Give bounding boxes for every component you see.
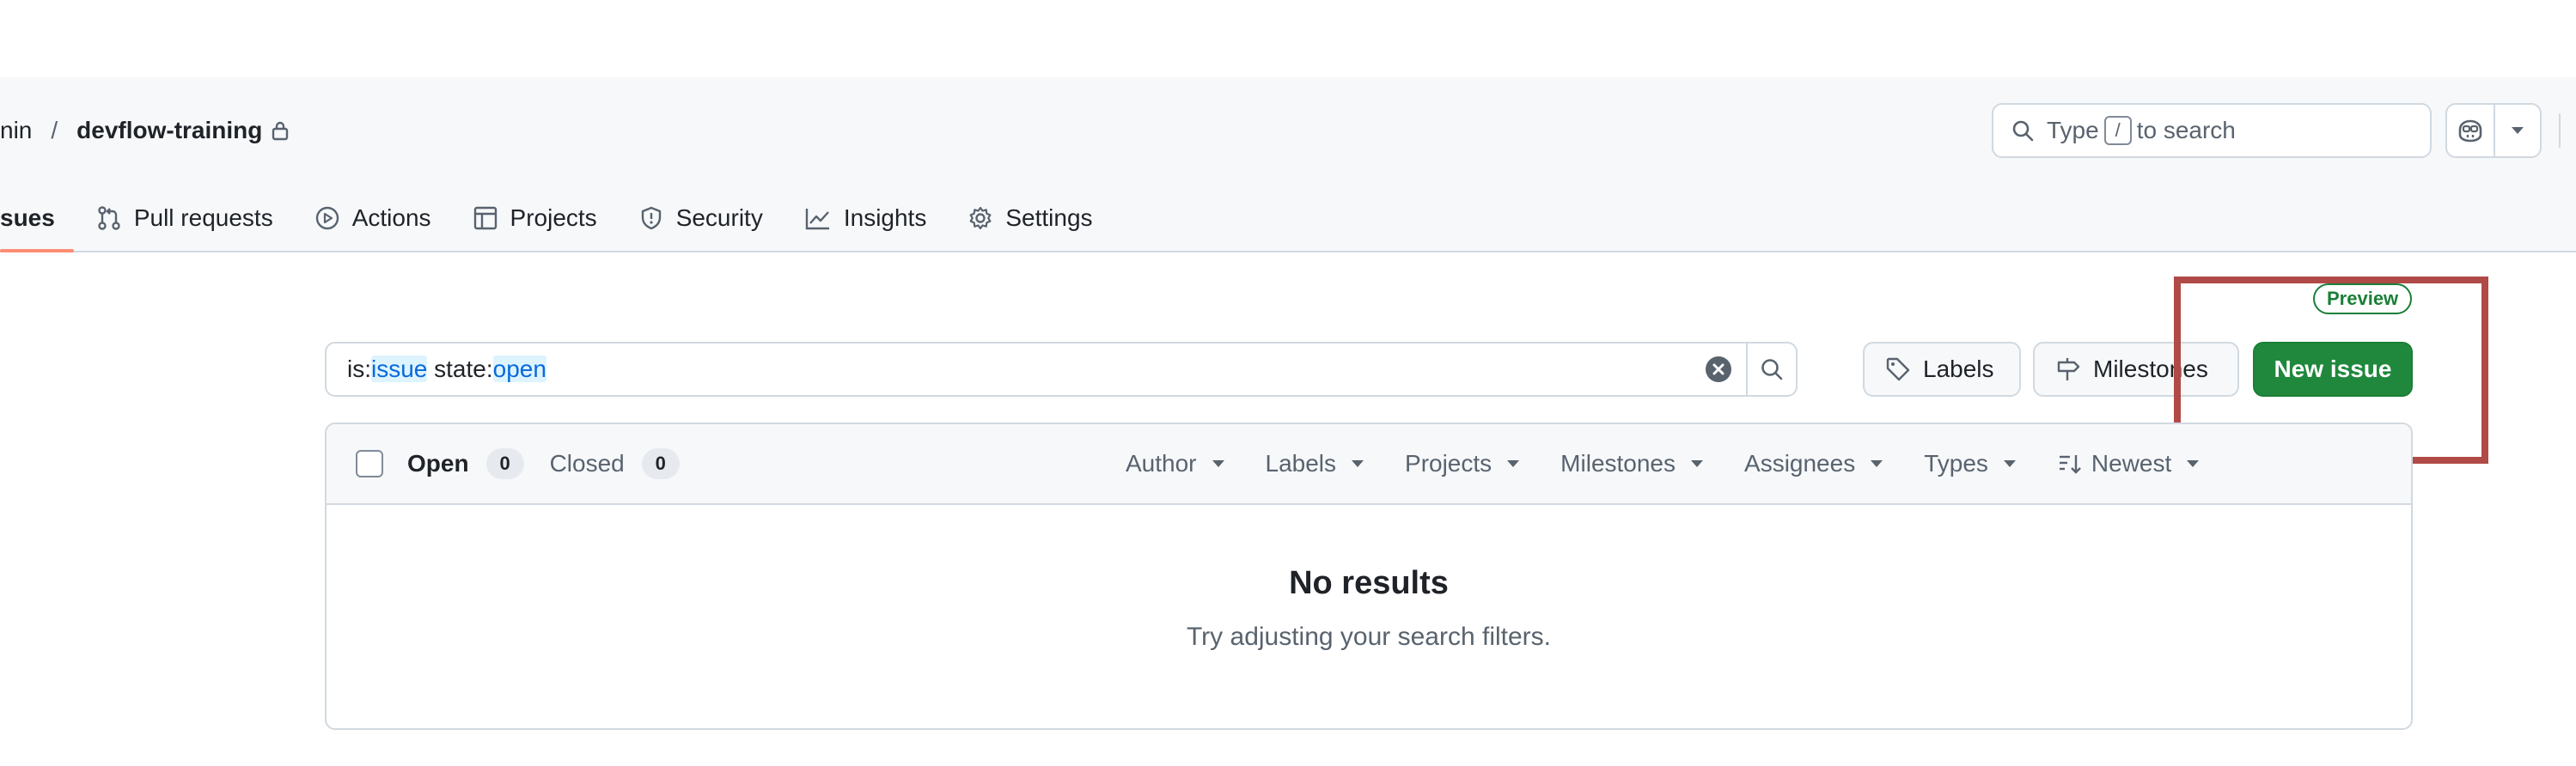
breadcrumb-owner[interactable]: nin <box>0 117 32 144</box>
breadcrumb: nin / devflow-training <box>0 112 290 149</box>
open-label: Open <box>407 450 469 477</box>
issues-list-header: Open 0 Closed 0 Author Labels Projects M… <box>327 424 2411 505</box>
search-icon <box>2011 119 2047 143</box>
filter-query[interactable]: is:issue state:open <box>327 356 1698 383</box>
lock-icon <box>271 120 290 141</box>
graph-icon <box>804 205 844 231</box>
header-divider <box>2559 113 2561 148</box>
author-filter[interactable]: Author <box>1126 450 1224 477</box>
filter-qualifier: is: <box>347 356 371 382</box>
table-icon <box>473 205 510 231</box>
triangle-down-icon <box>1871 460 1883 467</box>
open-issues-toggle[interactable]: Open 0 <box>407 448 524 479</box>
closed-issues-toggle[interactable]: Closed 0 <box>550 448 680 479</box>
triangle-down-icon <box>1507 460 1520 467</box>
copilot-icon <box>2456 118 2485 143</box>
global-search-input[interactable]: Type / to search <box>1992 103 2432 158</box>
labels-filter-label: Labels <box>1265 450 1337 477</box>
milestones-filter[interactable]: Milestones <box>1560 450 1704 477</box>
triangle-down-icon <box>1212 460 1224 467</box>
play-circle-icon <box>314 205 352 231</box>
author-filter-label: Author <box>1126 450 1197 477</box>
tab-insights[interactable]: Insights <box>784 185 948 251</box>
issue-filter-input[interactable]: is:issue state:open <box>325 342 1798 397</box>
tab-pull-requests-label: Pull requests <box>133 204 273 231</box>
triangle-down-icon <box>2511 127 2524 134</box>
triangle-down-icon <box>2003 460 2016 467</box>
labels-filter[interactable]: Labels <box>1266 450 1364 477</box>
tab-projects-label: Projects <box>510 204 597 231</box>
search-icon <box>1759 356 1785 382</box>
tab-settings[interactable]: Settings <box>947 185 1113 251</box>
shield-icon <box>638 205 676 231</box>
search-prefix: Type <box>2047 117 2099 143</box>
triangle-down-icon <box>1352 460 1364 467</box>
filter-search-button[interactable] <box>1746 343 1796 395</box>
labels-button-label: Labels <box>1923 356 1994 382</box>
clear-filter-button[interactable] <box>1698 343 1739 395</box>
select-all-checkbox[interactable] <box>356 450 383 477</box>
copilot-button[interactable] <box>2447 105 2494 156</box>
breadcrumb-separator: / <box>51 117 58 143</box>
sort-dropdown[interactable]: Newest <box>2057 450 2200 477</box>
sort-desc-icon <box>2057 452 2091 476</box>
filter-qualifier: state: <box>427 356 493 382</box>
shortcut-key: / <box>2103 116 2132 145</box>
types-filter[interactable]: Types <box>1924 450 2016 477</box>
empty-state-title: No results <box>1289 565 1449 601</box>
milestones-filter-label: Milestones <box>1560 450 1676 477</box>
tag-icon <box>1885 356 1923 382</box>
projects-filter[interactable]: Projects <box>1405 450 1520 477</box>
assignees-filter[interactable]: Assignees <box>1744 450 1883 477</box>
breadcrumb-repo[interactable]: devflow-training <box>76 117 262 144</box>
filter-value: issue <box>371 356 428 382</box>
types-filter-label: Types <box>1924 450 1988 477</box>
sort-label: Newest <box>2091 450 2172 477</box>
tab-actions[interactable]: Actions <box>294 185 452 251</box>
tab-issues-label: sues <box>0 204 55 231</box>
assignees-filter-label: Assignees <box>1744 450 1856 477</box>
tab-insights-label: Insights <box>843 204 927 231</box>
git-pull-request-icon <box>96 205 134 231</box>
repo-nav-tabs: sues Pull requests Actions Projects Secu… <box>0 185 1114 252</box>
gear-icon <box>968 205 1005 231</box>
empty-state-message: Try adjusting your search filters. <box>1186 623 1552 651</box>
tab-issues[interactable]: sues <box>0 185 76 252</box>
tab-actions-label: Actions <box>351 204 431 231</box>
copilot-dropdown-button[interactable] <box>2493 105 2540 156</box>
closed-count-badge: 0 <box>641 448 680 479</box>
tab-pull-requests[interactable]: Pull requests <box>76 185 294 251</box>
x-circle-fill-icon <box>1705 356 1732 383</box>
tab-security-label: Security <box>675 204 763 231</box>
open-count-badge: 0 <box>485 448 524 479</box>
triangle-down-icon <box>2187 460 2200 467</box>
empty-state: No results Try adjusting your search fil… <box>327 505 2411 652</box>
triangle-down-icon <box>1691 460 1704 467</box>
issues-list-panel: Open 0 Closed 0 Author Labels Projects M… <box>325 423 2413 730</box>
projects-filter-label: Projects <box>1405 450 1492 477</box>
search-suffix: to search <box>2136 117 2236 143</box>
tab-projects[interactable]: Projects <box>452 185 618 251</box>
copilot-menu <box>2445 103 2542 158</box>
filter-facets: Author Labels Projects Milestones Assign… <box>1126 424 2240 503</box>
tab-settings-label: Settings <box>1005 204 1093 231</box>
closed-label: Closed <box>549 450 625 477</box>
milestone-icon <box>2055 356 2093 382</box>
tab-security[interactable]: Security <box>618 185 784 251</box>
labels-button[interactable]: Labels <box>1863 342 2021 397</box>
filter-value: open <box>492 356 546 382</box>
